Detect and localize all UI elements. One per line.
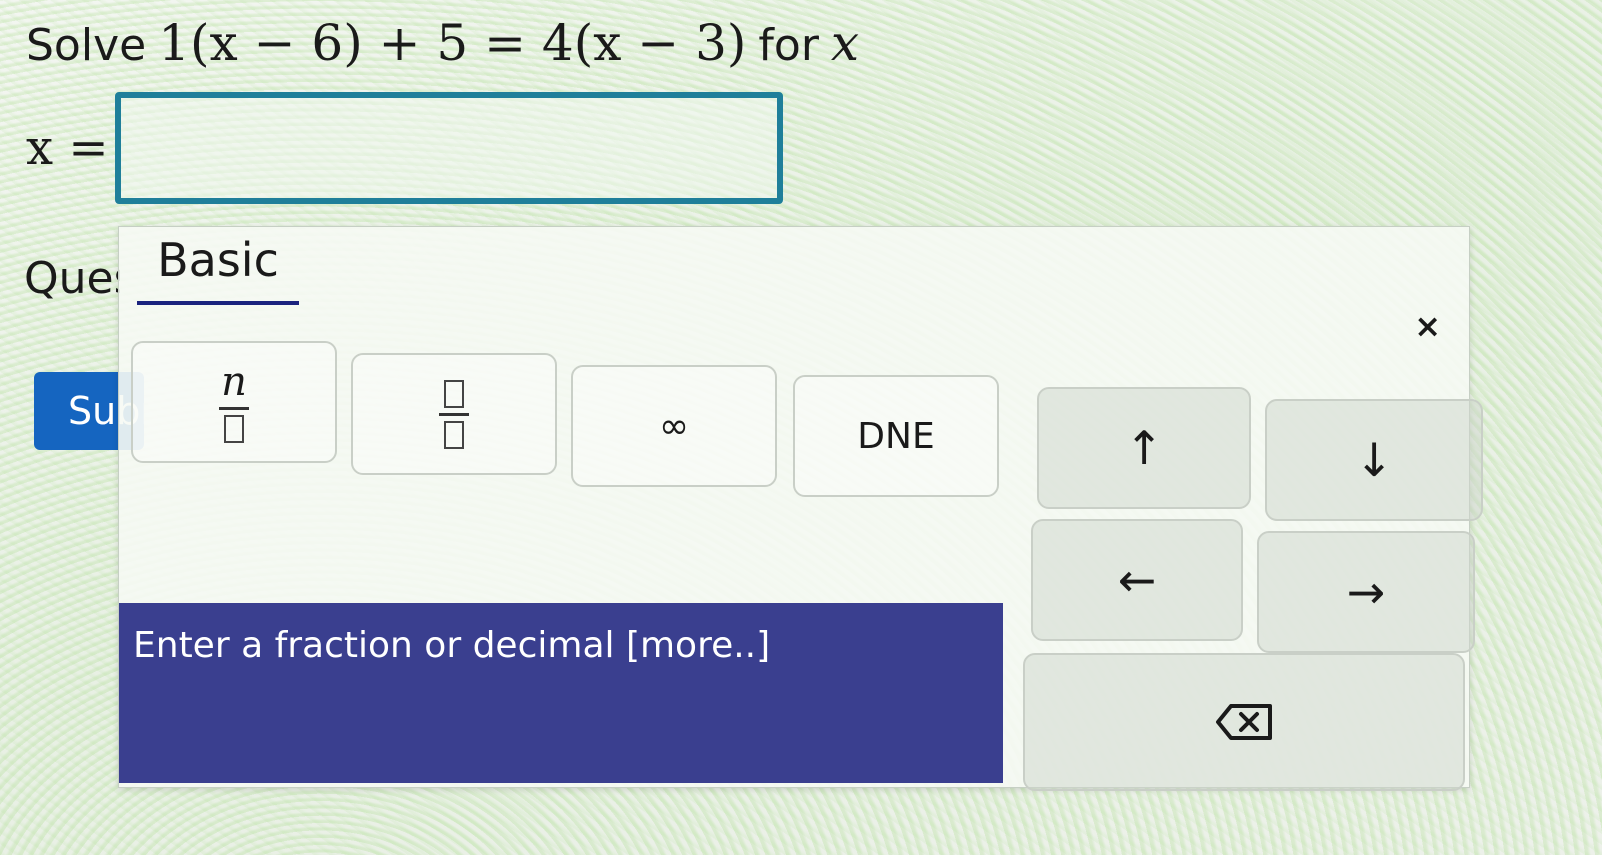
solve-word: Solve (26, 20, 147, 71)
hint-text[interactable]: Enter a fraction or decimal [more..] (133, 625, 770, 666)
empty-box-icon (444, 379, 464, 408)
fraction-n-over-box-button[interactable]: n (131, 341, 337, 463)
arrow-left-icon: ← (1117, 553, 1157, 607)
fraction-box-over-box-button[interactable] (351, 353, 557, 475)
arrow-down-icon: ↓ (1354, 433, 1394, 487)
left-arrow-button[interactable]: ← (1031, 519, 1243, 641)
answer-label: x = (26, 120, 109, 176)
fraction-numerator: n (221, 358, 247, 405)
fraction-box-over-box-icon (439, 379, 469, 449)
answer-row: x = (26, 92, 783, 204)
arrow-up-icon: ↑ (1124, 421, 1164, 475)
question-prompt: Solve 1(x − 6) + 5 = 4(x − 3) for x (26, 14, 859, 72)
question-label: Question (24, 253, 120, 304)
up-arrow-button[interactable]: ↑ (1037, 387, 1251, 509)
dne-button[interactable]: DNE (793, 375, 999, 497)
hint-bar: Enter a fraction or decimal [more..] (119, 603, 1003, 783)
arrow-right-icon: → (1346, 565, 1386, 619)
close-icon[interactable]: × (1414, 307, 1441, 345)
down-arrow-button[interactable]: ↓ (1265, 399, 1483, 521)
variable: x (831, 14, 859, 72)
equation: 1(x − 6) + 5 = 4(x − 3) (158, 14, 747, 72)
backspace-button[interactable] (1023, 653, 1465, 791)
fraction-n-over-box-icon: n (219, 362, 249, 443)
variable-text: x (830, 14, 860, 72)
infinity-button[interactable]: ∞ (571, 365, 777, 487)
empty-box-icon (224, 414, 244, 443)
right-arrow-button[interactable]: → (1257, 531, 1475, 653)
answer-input[interactable] (114, 92, 783, 204)
backspace-icon (1216, 704, 1272, 740)
dne-label: DNE (857, 415, 935, 457)
math-palette: Basic × n ∞ DNE ↑ ↓ ← → Enter a fraction… (118, 226, 1483, 791)
infinity-icon: ∞ (659, 405, 689, 447)
empty-box-icon (444, 420, 464, 449)
tab-basic[interactable]: Basic (137, 233, 299, 305)
for-word: for (758, 20, 819, 71)
